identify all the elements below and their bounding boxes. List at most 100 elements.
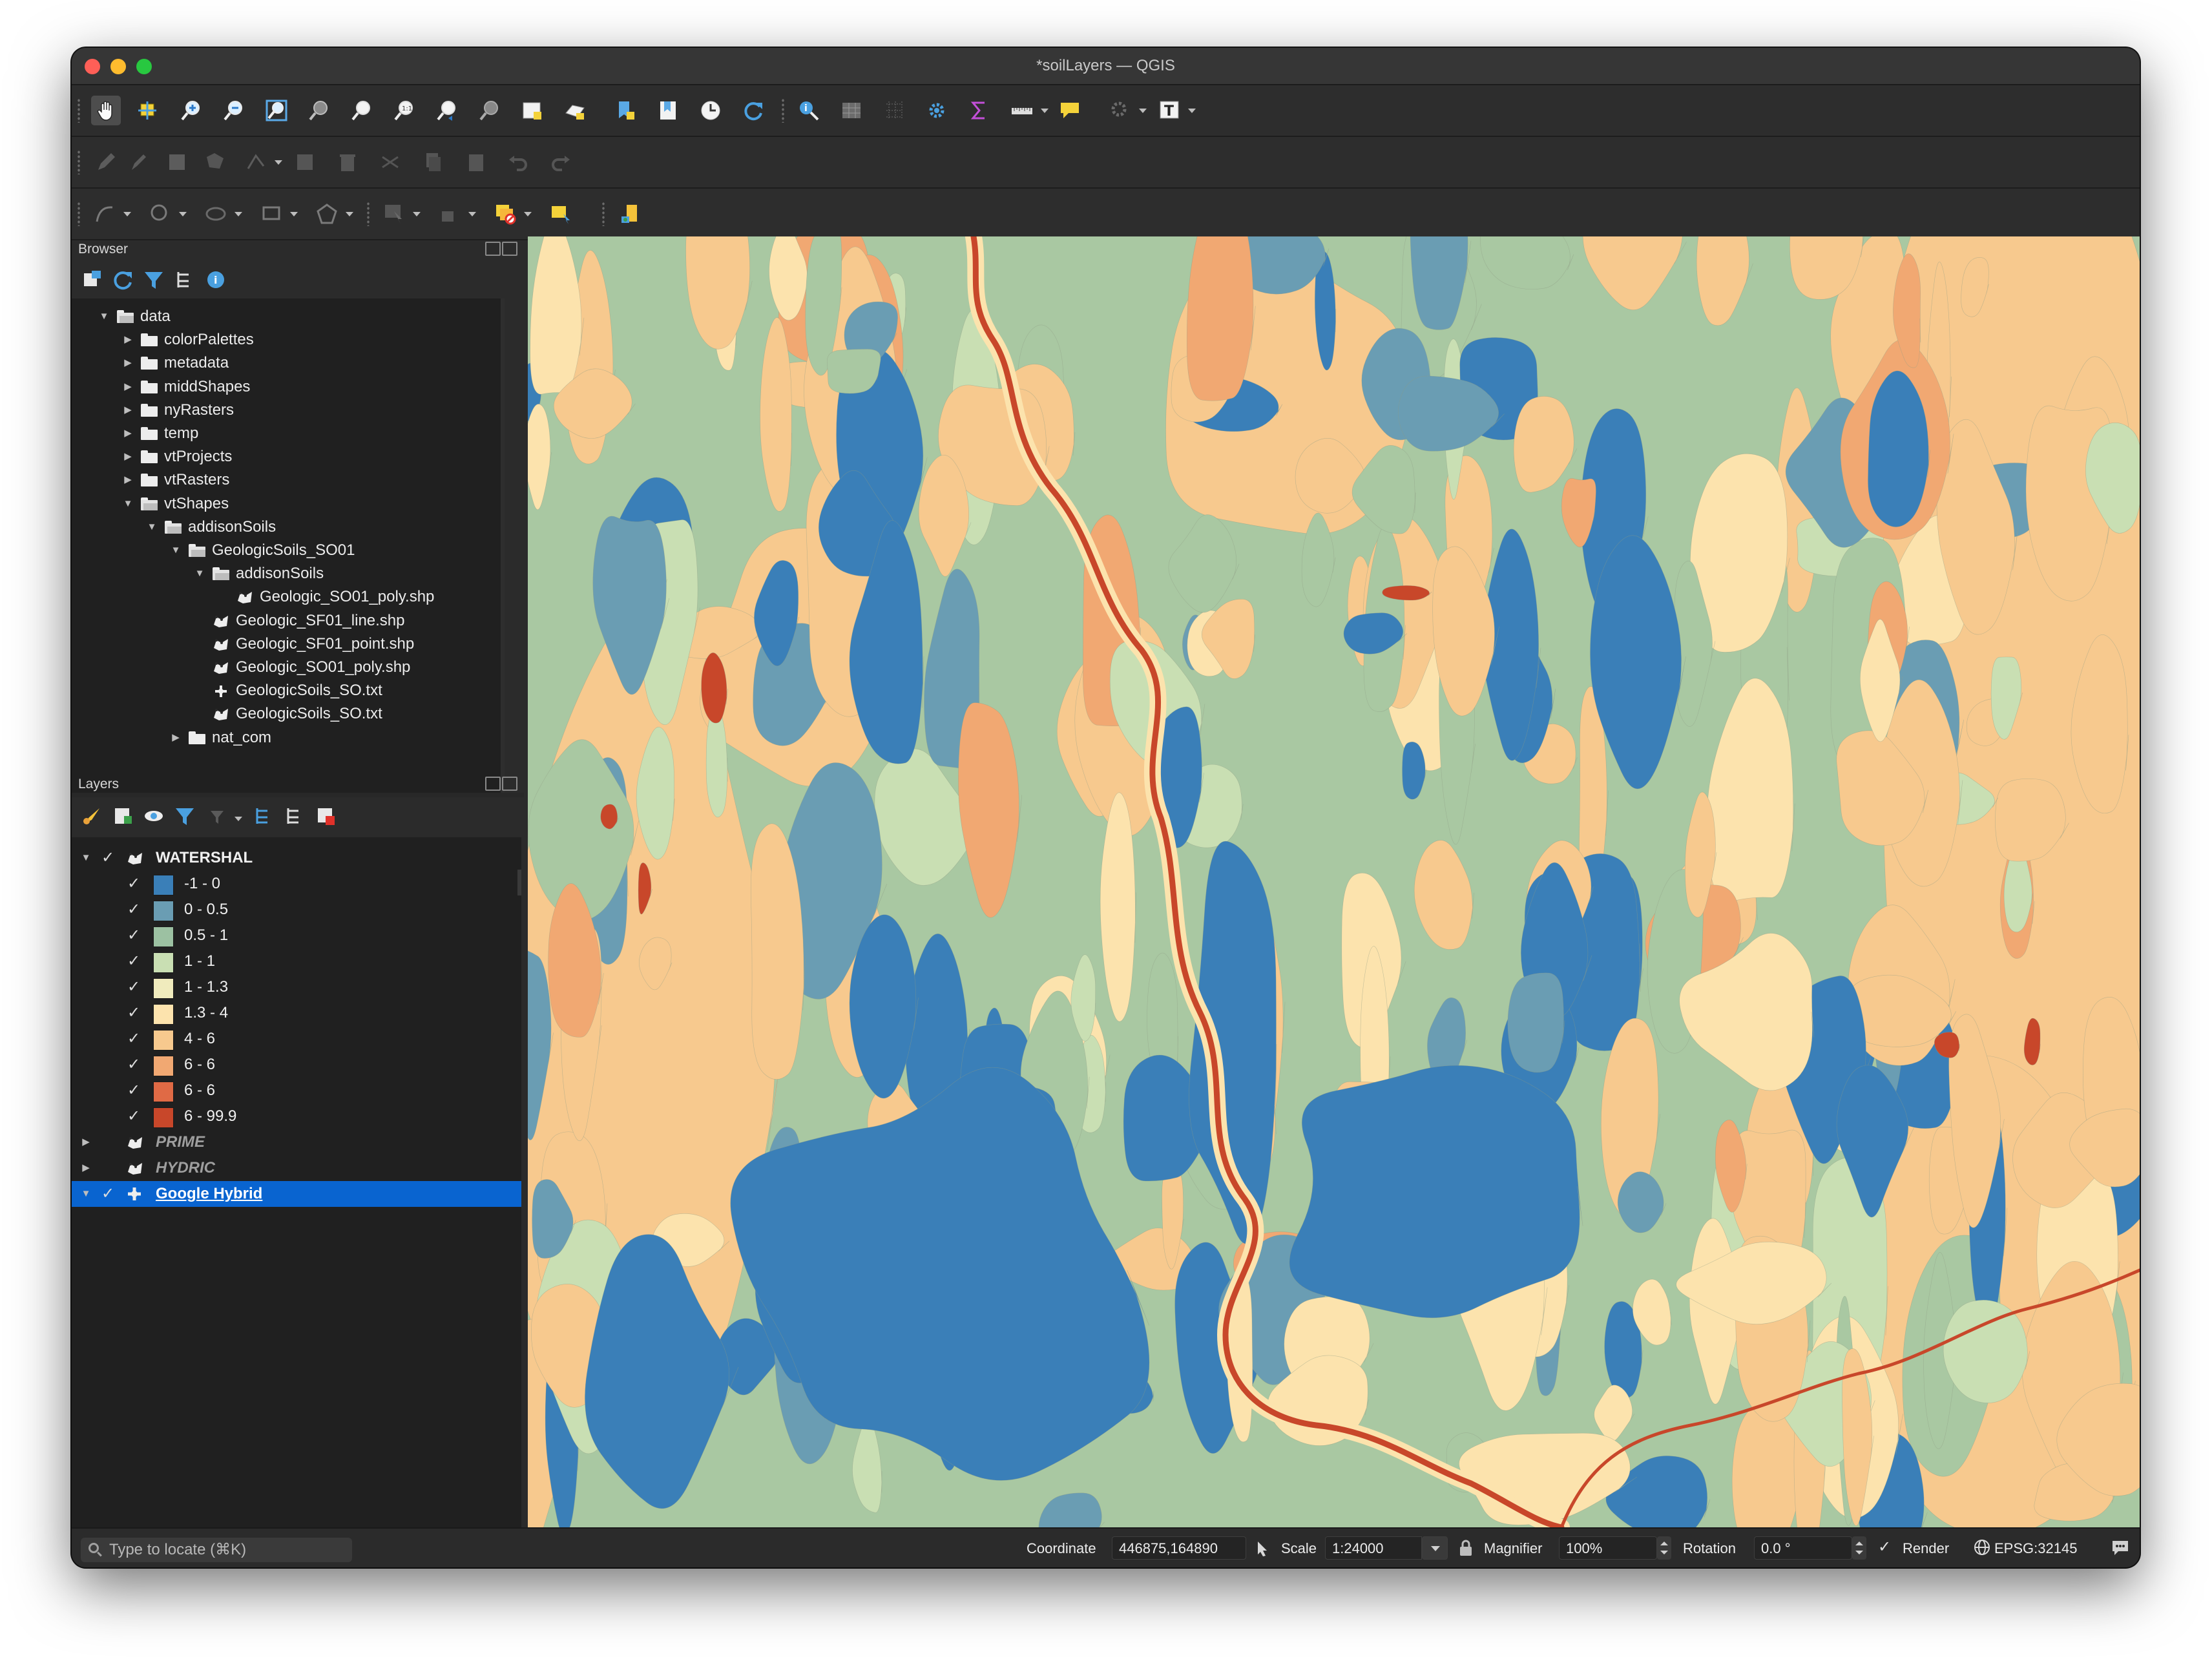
select-by-location-button[interactable] — [546, 199, 576, 229]
close-panel-icon[interactable] — [502, 242, 517, 256]
deselect-dropdown-caret[interactable] — [524, 212, 532, 216]
legend-class-row[interactable]: ✓ 6 - 99.9 — [72, 1103, 521, 1129]
legend-class-checkbox[interactable]: ✓ — [126, 1057, 141, 1072]
pan-tool-button[interactable] — [91, 96, 121, 125]
chevron-down-icon[interactable]: ▼ — [121, 492, 134, 516]
layer-row[interactable]: ▶ PRIME — [72, 1129, 521, 1155]
browser-item[interactable]: ▼ data — [72, 305, 498, 328]
browser-item[interactable]: Geologic_SF01_line.shp — [72, 609, 498, 633]
scale-dropdown-button[interactable] — [1422, 1536, 1448, 1560]
browser-item[interactable]: ▶ temp — [72, 422, 498, 445]
legend-class-checkbox[interactable]: ✓ — [126, 1109, 141, 1124]
render-checkbox[interactable]: ✓ — [1878, 1538, 1895, 1557]
statistical-summary-grid-button[interactable] — [879, 96, 909, 125]
circle-dropdown-caret[interactable] — [179, 212, 187, 216]
float-layers-panel-icon[interactable] — [485, 777, 501, 791]
vertex-tool-button[interactable] — [241, 147, 271, 177]
refresh-browser-button[interactable] — [108, 265, 138, 295]
chevron-down-icon[interactable]: ▼ — [79, 845, 92, 871]
open-layer-styling-button[interactable] — [77, 801, 107, 831]
vertex-dropdown-caret[interactable] — [275, 160, 282, 165]
legend-class-row[interactable]: ✓ 1 - 1 — [72, 948, 521, 974]
toolbar-grip[interactable] — [77, 202, 81, 226]
zoom-native-button[interactable]: 1:1 — [390, 96, 419, 125]
legend-class-row[interactable]: ✓ 0.5 - 1 — [72, 923, 521, 948]
filter-by-expression-button[interactable] — [201, 801, 231, 831]
chevron-right-icon[interactable]: ▶ — [121, 351, 134, 375]
chevron-down-icon[interactable]: ▼ — [193, 562, 206, 585]
curve-dropdown-caret[interactable] — [123, 212, 131, 216]
chevron-right-icon[interactable]: ▶ — [79, 1155, 92, 1181]
statistical-summary-button[interactable] — [965, 96, 994, 125]
toolbar-grip[interactable] — [77, 98, 81, 123]
zoom-next-button[interactable] — [475, 96, 505, 125]
legend-class-row[interactable]: ✓ 1 - 1.3 — [72, 974, 521, 1000]
browser-item[interactable]: Geologic_SF01_point.shp — [72, 633, 498, 656]
coordinate-field[interactable]: 446875,164890 — [1112, 1536, 1246, 1560]
toolbar-grip[interactable] — [781, 98, 785, 123]
legend-class-checkbox[interactable]: ✓ — [126, 876, 141, 892]
browser-item[interactable]: ▼ addisonSoils — [72, 516, 498, 539]
browser-scrollbar[interactable] — [501, 298, 505, 793]
add-selected-layers-button[interactable] — [77, 265, 107, 295]
chevron-down-icon[interactable]: ▼ — [98, 305, 110, 328]
filter-dropdown-caret[interactable] — [235, 817, 242, 821]
browser-item[interactable]: ▶ vtProjects — [72, 445, 498, 468]
add-feature-button[interactable] — [201, 147, 231, 177]
copy-features-button[interactable] — [418, 147, 448, 177]
collapse-all-layers-button[interactable] — [280, 801, 309, 831]
zoom-to-selection-button[interactable] — [304, 96, 334, 125]
temporal-controller-button[interactable] — [696, 96, 725, 125]
legend-class-checkbox[interactable]: ✓ — [126, 979, 141, 995]
browser-item[interactable]: ▶ colorPalettes — [72, 328, 498, 351]
cut-features-button[interactable] — [375, 147, 405, 177]
rectangle-dropdown-caret[interactable] — [290, 212, 298, 216]
measure-line-button[interactable] — [1007, 96, 1037, 125]
toolbar-grip[interactable] — [366, 202, 370, 226]
chevron-down-icon[interactable]: ▼ — [79, 1181, 92, 1207]
browser-item[interactable]: ▼ addisonSoils — [72, 562, 498, 585]
legend-class-row[interactable]: ✓ 0 - 0.5 — [72, 897, 521, 923]
add-polygon-button[interactable] — [312, 199, 342, 229]
current-edits-button[interactable] — [91, 147, 121, 177]
layer-row[interactable]: ▼ ✓ WATERSHAL — [72, 845, 521, 871]
deselect-features-button[interactable] — [490, 199, 520, 229]
zoom-last-button[interactable] — [432, 96, 462, 125]
refresh-button[interactable] — [738, 96, 768, 125]
rotation-field[interactable]: 0.0 ° — [1754, 1536, 1852, 1560]
show-bookmarks-button[interactable] — [653, 96, 683, 125]
lock-scale-icon[interactable] — [1458, 1539, 1474, 1557]
legend-class-row[interactable]: ✓ 1.3 - 4 — [72, 1000, 521, 1026]
layers-resize-handle[interactable] — [517, 870, 521, 895]
properties-info-button[interactable]: i — [201, 265, 231, 295]
map-canvas[interactable] — [528, 236, 2140, 1527]
new-map-view-button[interactable] — [517, 96, 547, 125]
options-dropdown-caret[interactable] — [1139, 109, 1147, 113]
value-dropdown-caret[interactable] — [468, 212, 476, 216]
annotation-dropdown-caret[interactable] — [1188, 109, 1196, 113]
zoom-in-button[interactable] — [176, 96, 206, 125]
save-layer-edits-button[interactable] — [162, 147, 192, 177]
browser-item[interactable]: ▼ GeologicSoils_SO01 — [72, 539, 498, 562]
layer-visibility-checkbox[interactable] — [100, 1160, 116, 1176]
modify-attributes-button[interactable] — [290, 147, 320, 177]
open-attribute-table-button[interactable] — [837, 96, 866, 125]
crs-button[interactable]: EPSG:32145 — [1994, 1540, 2077, 1557]
undo-button[interactable] — [503, 147, 533, 177]
chevron-right-icon[interactable]: ▶ — [121, 422, 134, 445]
browser-item[interactable]: ▶ nat_com — [72, 726, 498, 749]
pan-to-selection-button[interactable] — [134, 96, 163, 125]
select-dropdown-caret[interactable] — [413, 212, 421, 216]
layer-visibility-checkbox[interactable] — [100, 1135, 116, 1150]
layer-row[interactable]: ▼ ✓ Google Hybrid — [72, 1181, 521, 1207]
map-tips-button[interactable] — [1055, 96, 1085, 125]
collapse-all-button[interactable] — [170, 265, 200, 295]
locator-search-field[interactable]: Type to locate (⌘K) — [81, 1538, 352, 1562]
float-panel-icon[interactable] — [485, 242, 501, 256]
layer-visibility-checkbox[interactable]: ✓ — [100, 850, 116, 866]
text-annotation-button[interactable]: T — [1154, 96, 1184, 125]
legend-class-checkbox[interactable]: ✓ — [126, 1083, 141, 1098]
browser-item[interactable]: ▶ nyRasters — [72, 399, 498, 422]
new-3d-map-view-button[interactable] — [560, 96, 590, 125]
chevron-right-icon[interactable]: ▶ — [121, 445, 134, 468]
